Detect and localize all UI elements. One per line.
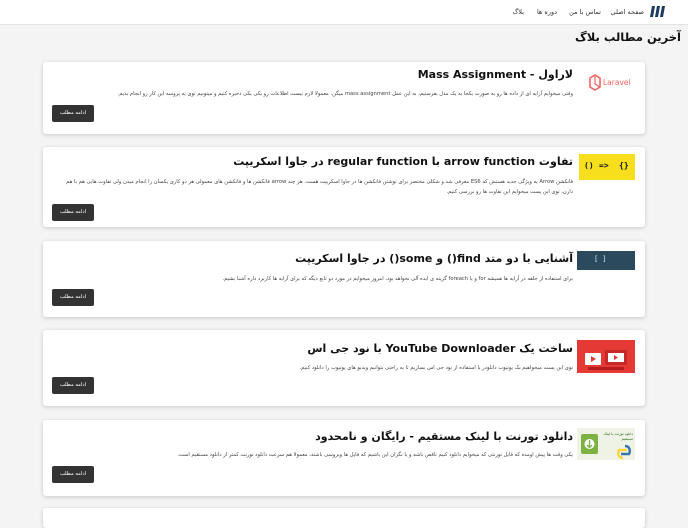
nav-link-courses[interactable]: دوره ها <box>537 8 557 16</box>
site-logo[interactable] <box>650 5 666 18</box>
post-thumbnail[interactable]: [ ] <box>577 251 635 270</box>
nav-link-blog[interactable]: بلاگ <box>512 8 524 16</box>
post-thumbnail[interactable]: () => {} <box>579 154 635 180</box>
nav-link-contact[interactable]: تماس با من <box>569 8 601 16</box>
post-excerpt: وقتی میخوایم آرایه ای از داده ها رو به ص… <box>117 91 573 97</box>
post-card <box>43 508 645 528</box>
post-excerpt: یکی وقت ها پیش اومده که فایل تورنتی که م… <box>177 452 573 458</box>
thumb-code-left: () <box>584 161 594 170</box>
read-more-button[interactable]: ادامه مطلب <box>52 377 94 394</box>
post-card: Laravel لاراول - Mass Assignment وقتی می… <box>43 62 645 134</box>
post-card: () => {} تفاوت arrow function با regular… <box>43 147 645 227</box>
post-title[interactable]: تفاوت arrow function با regular function… <box>233 155 573 168</box>
thumb-caption: دانلود تورنت با لینک مستقیم <box>603 432 633 441</box>
read-more-button[interactable]: ادامه مطلب <box>52 289 94 306</box>
read-more-button[interactable]: ادامه مطلب <box>52 466 94 483</box>
post-card: دانلود تورنت با لینک مستقیم دانلود تورنت… <box>43 420 645 496</box>
read-more-button[interactable]: ادامه مطلب <box>52 204 94 221</box>
post-title[interactable]: لاراول - Mass Assignment <box>418 68 573 81</box>
laravel-logo-text: Laravel <box>603 78 631 87</box>
navbar: صفحه اصلی تماس با من دوره ها بلاگ <box>0 0 688 25</box>
post-thumbnail[interactable]: Laravel <box>587 70 635 96</box>
post-card: [ ] آشنایی با دو متد find() و some() در … <box>43 241 645 317</box>
post-card: ساخت یک YouTube Downloader با نود جی اس … <box>43 330 645 406</box>
post-excerpt: فانکشن Arrow یه ویژگی جدید هستش که ES6 م… <box>66 179 573 195</box>
post-excerpt: برای استفاده از حلقه در آرایه ها همیشه f… <box>222 276 573 282</box>
post-title[interactable]: دانلود تورنت با لینک مستقیم - رایگان و ن… <box>315 430 573 443</box>
page-title: آخرین مطالب بلاگ <box>574 30 681 44</box>
post-thumbnail[interactable] <box>577 340 635 373</box>
thumb-code-arrow: => <box>599 161 609 170</box>
thumb-code-right: {} <box>619 161 629 170</box>
post-title[interactable]: آشنایی با دو متد find() و some() در جاوا… <box>295 252 573 265</box>
post-thumbnail[interactable]: دانلود تورنت با لینک مستقیم <box>577 428 635 460</box>
youtube-downloader-icon <box>585 350 627 370</box>
post-excerpt: توی این پست میخواهیم یک یوتیوب دانلودر ب… <box>299 365 573 371</box>
array-brackets-icon: [ ] <box>594 255 607 263</box>
read-more-button[interactable]: ادامه مطلب <box>52 105 94 122</box>
nav-link-home[interactable]: صفحه اصلی <box>611 8 644 16</box>
post-title[interactable]: ساخت یک YouTube Downloader با نود جی اس <box>307 342 573 355</box>
